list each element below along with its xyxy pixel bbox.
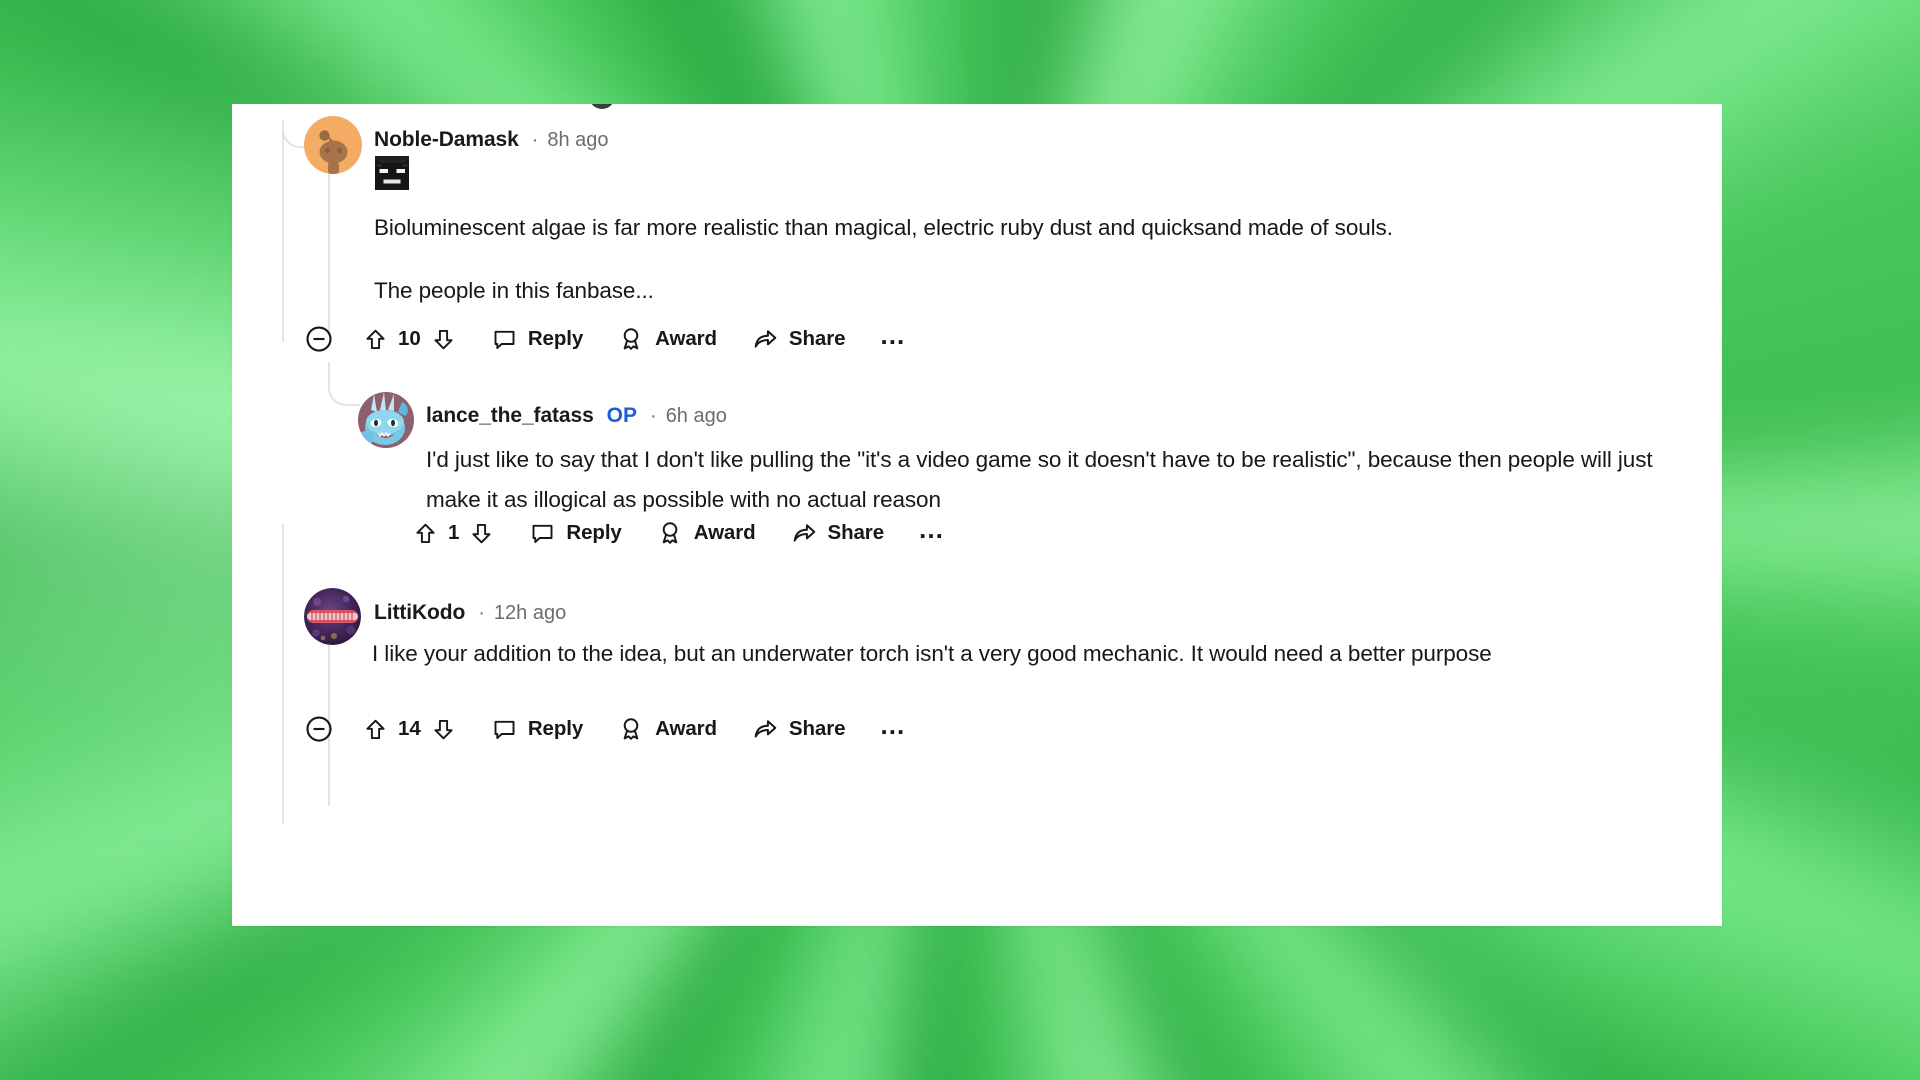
award-ribbon-icon bbox=[623, 718, 639, 740]
upvote-arrow-icon bbox=[366, 719, 385, 739]
share-arrow-icon bbox=[754, 720, 777, 738]
collapse-minus-circle-icon bbox=[306, 326, 332, 352]
blue-creature-avatar-icon bbox=[358, 392, 414, 448]
comment-body: Bioluminescent algae is far more realist… bbox=[374, 208, 1664, 311]
share-button[interactable]: Share bbox=[790, 519, 884, 547]
award-button[interactable]: Award bbox=[617, 325, 717, 353]
award-label: Award bbox=[655, 327, 717, 350]
time-ago: 8h ago bbox=[547, 128, 609, 151]
share-arrow-icon bbox=[793, 524, 815, 542]
upvote-arrow-icon bbox=[366, 329, 385, 349]
vote-group: 1 bbox=[412, 520, 495, 547]
comment-actions: 14 Reply Award Share … bbox=[304, 712, 907, 744]
time-ago: 12h ago bbox=[493, 601, 567, 624]
upvote-button[interactable] bbox=[362, 326, 389, 353]
share-label: Share bbox=[827, 521, 885, 544]
award-label: Award bbox=[693, 521, 756, 544]
thread-curve-to-lance bbox=[328, 362, 360, 406]
more-options-button[interactable]: … bbox=[879, 322, 907, 349]
comment-body: I like your addition to the idea, but an… bbox=[372, 634, 1662, 674]
vote-count: 1 bbox=[448, 521, 460, 544]
previous-comment-fragment bbox=[589, 104, 615, 109]
reply-label: Reply bbox=[566, 521, 622, 544]
avatar[interactable] bbox=[358, 392, 414, 448]
vote-group: 10 bbox=[362, 326, 457, 353]
comment-header: lance_the_fatass OP · 6h ago bbox=[426, 404, 727, 428]
purple-nebula-avatar-icon bbox=[304, 588, 361, 645]
downvote-arrow-icon bbox=[472, 523, 491, 543]
comment-bubble-icon bbox=[494, 720, 515, 739]
username[interactable]: LittiKodo bbox=[374, 601, 465, 625]
timestamp: · 6h ago bbox=[650, 405, 727, 428]
username[interactable]: Noble-Damask bbox=[374, 128, 519, 152]
time-ago: 6h ago bbox=[665, 404, 727, 427]
separator-dot: · bbox=[531, 128, 539, 151]
downvote-button[interactable] bbox=[430, 716, 457, 743]
collapse-button[interactable] bbox=[304, 324, 334, 354]
award-button[interactable]: Award bbox=[617, 715, 717, 743]
comment-actions: 1 Reply Award Share … bbox=[412, 516, 946, 547]
comment-bubble-icon bbox=[532, 524, 553, 543]
timestamp: · 8h ago bbox=[532, 129, 609, 152]
downvote-arrow-icon bbox=[434, 719, 453, 739]
share-button[interactable]: Share bbox=[751, 715, 846, 743]
reddit-snoo-avatar-icon bbox=[304, 116, 362, 174]
collapse-minus-circle-icon bbox=[306, 716, 332, 742]
vote-count: 14 bbox=[398, 717, 421, 740]
thread-line-noble-damask bbox=[328, 168, 330, 334]
more-options-button[interactable]: … bbox=[918, 516, 946, 543]
award-button[interactable]: Award bbox=[656, 519, 756, 547]
downvote-arrow-icon bbox=[434, 329, 453, 349]
enderman-pixel-emoji-icon bbox=[375, 156, 409, 190]
thread-curve-to-noble-damask bbox=[282, 120, 306, 148]
share-button[interactable]: Share bbox=[751, 325, 846, 353]
comment-actions: 10 Reply Award Share … bbox=[304, 322, 907, 354]
award-ribbon-icon bbox=[623, 328, 639, 350]
award-ribbon-icon bbox=[662, 522, 678, 544]
reply-label: Reply bbox=[527, 717, 584, 740]
comment-bubble-icon bbox=[494, 330, 515, 349]
share-arrow-icon bbox=[754, 330, 777, 348]
comment-body: I'd just like to say that I don't like p… bbox=[426, 440, 1676, 520]
share-label: Share bbox=[788, 327, 846, 350]
comment-paragraph: I like your addition to the idea, but an… bbox=[372, 641, 1492, 666]
reply-button[interactable]: Reply bbox=[529, 520, 622, 547]
avatar[interactable] bbox=[304, 588, 361, 645]
thread-line-littikodo bbox=[282, 524, 284, 824]
comment-thread-card: Noble-Damask · 8h ago Bioluminescent alga… bbox=[232, 104, 1722, 926]
separator-dot: · bbox=[478, 601, 485, 624]
share-label: Share bbox=[788, 717, 846, 740]
comment-paragraph: The people in this fanbase... bbox=[374, 278, 654, 303]
op-badge: OP bbox=[606, 404, 638, 427]
flair-emoji bbox=[375, 156, 409, 190]
reply-button[interactable]: Reply bbox=[491, 716, 583, 743]
avatar[interactable] bbox=[304, 116, 362, 174]
separator-dot: · bbox=[650, 404, 657, 427]
comment-paragraph: Bioluminescent algae is far more realist… bbox=[374, 215, 1393, 240]
comment-header: LittiKodo · 12h ago bbox=[374, 601, 566, 625]
vote-count: 10 bbox=[398, 327, 421, 350]
upvote-button[interactable] bbox=[362, 716, 389, 743]
downvote-button[interactable] bbox=[468, 520, 495, 547]
comment-header: Noble-Damask · 8h ago bbox=[374, 128, 609, 152]
reply-label: Reply bbox=[527, 327, 584, 350]
upvote-arrow-icon bbox=[416, 523, 435, 543]
thread-line-root bbox=[282, 120, 284, 342]
more-options-button[interactable]: … bbox=[879, 712, 907, 739]
comment-paragraph: I'd just like to say that I don't like p… bbox=[426, 447, 1653, 512]
username[interactable]: lance_the_fatass bbox=[426, 404, 594, 428]
reply-button[interactable]: Reply bbox=[491, 326, 583, 353]
collapse-button[interactable] bbox=[304, 714, 334, 744]
timestamp: · 12h ago bbox=[478, 602, 566, 625]
downvote-button[interactable] bbox=[430, 326, 457, 353]
vote-group: 14 bbox=[362, 716, 457, 743]
upvote-button[interactable] bbox=[412, 520, 439, 547]
award-label: Award bbox=[655, 717, 717, 740]
